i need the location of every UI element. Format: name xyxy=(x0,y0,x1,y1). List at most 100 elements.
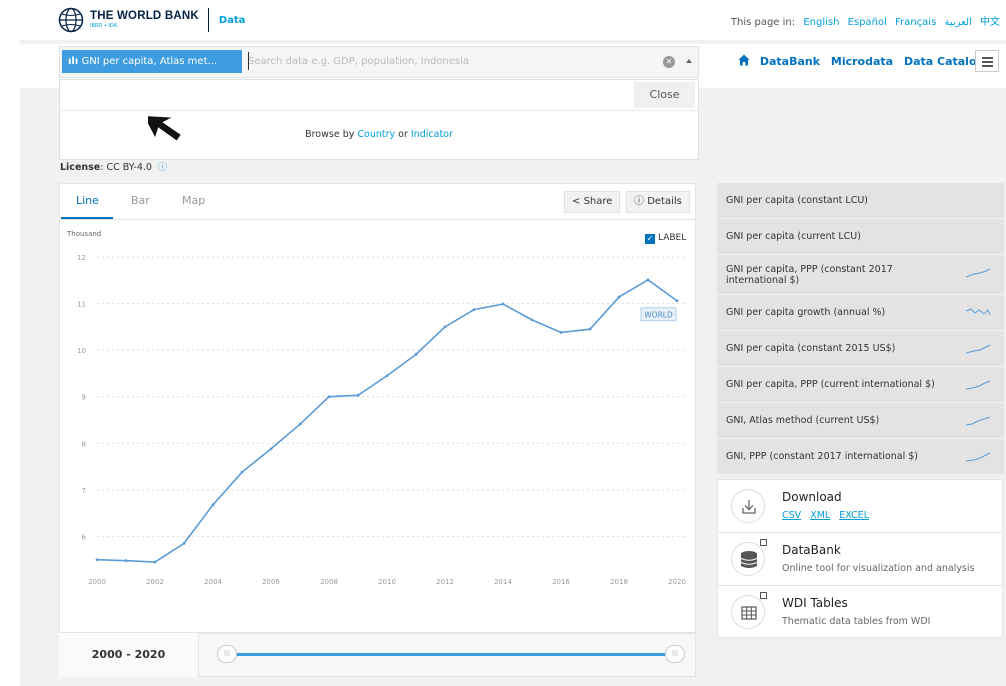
details-info-icon: ⓘ xyxy=(634,196,644,207)
data-point xyxy=(385,374,389,378)
share-button[interactable]: < Share xyxy=(564,191,621,213)
nav-data-catalog[interactable]: Data Catalog xyxy=(904,55,984,68)
data-point xyxy=(588,327,592,331)
share-icon: < xyxy=(572,196,581,207)
search-input[interactable] xyxy=(248,50,648,73)
download-csv-link[interactable]: CSV xyxy=(782,510,801,521)
indicator-label: GNI per capita (current LCU) xyxy=(726,231,861,242)
clear-search-icon[interactable]: ✕ xyxy=(663,56,675,68)
sparkline-icon xyxy=(966,416,991,426)
y-tick-label: 8 xyxy=(82,440,86,448)
lang-arabic[interactable]: العربية xyxy=(944,17,971,28)
resource-cards: Download CSV XML EXCEL DataBank Online t… xyxy=(717,479,1003,638)
tab-map[interactable]: Map xyxy=(182,194,205,207)
nav-databank[interactable]: DataBank xyxy=(760,55,820,68)
lang-espanol[interactable]: Español xyxy=(848,17,887,28)
collapse-caret-icon[interactable] xyxy=(686,59,692,63)
range-slider-track[interactable] xyxy=(225,653,675,656)
license-value: : CC BY-4.0 xyxy=(100,162,152,173)
sparkline-icon xyxy=(966,344,991,354)
sparkline-icon xyxy=(966,452,991,462)
indicator-item[interactable]: GNI per capita (current LCU) xyxy=(717,219,1004,255)
data-point xyxy=(443,325,447,329)
related-indicators: GNI per capita (constant LCU) GNI per cap… xyxy=(717,183,1004,475)
lang-chinese[interactable]: 中文 xyxy=(980,17,1000,28)
data-point xyxy=(182,542,186,545)
y-tick-label: 11 xyxy=(77,301,86,309)
download-excel-link[interactable]: EXCEL xyxy=(839,510,869,521)
range-end-handle[interactable]: ||| xyxy=(665,645,685,663)
indicator-item[interactable]: GNI per capita, PPP (current internation… xyxy=(717,367,1004,403)
data-point xyxy=(501,302,505,306)
data-point xyxy=(298,422,302,426)
range-start-handle[interactable]: ||| xyxy=(217,645,237,663)
x-tick-label: 2008 xyxy=(320,578,338,586)
home-icon[interactable] xyxy=(738,54,750,66)
mouse-pointer-icon xyxy=(148,113,184,144)
active-tab-indicator xyxy=(61,217,113,219)
data-point xyxy=(530,318,534,322)
y-tick-label: 6 xyxy=(82,533,87,541)
x-tick-label: 2020 xyxy=(668,578,686,586)
data-point xyxy=(327,395,331,399)
lang-francais[interactable]: Français xyxy=(895,17,936,28)
data-point xyxy=(617,295,621,299)
browse-country-link[interactable]: Country xyxy=(357,129,395,140)
line-chart: 6 7 8 9 10 11 12 2000 2002 2004 2006 2008 2010 2012 20… xyxy=(77,254,686,586)
data-point xyxy=(153,560,157,564)
indicator-label: GNI per capita, PPP (current internation… xyxy=(726,379,935,390)
range-label: 2000 - 2020 xyxy=(59,633,199,677)
share-label: Share xyxy=(583,196,613,207)
indicator-item[interactable]: GNI per capita (constant LCU) xyxy=(717,183,1004,219)
databank-card[interactable]: DataBank Online tool for visualization a… xyxy=(717,532,1003,585)
data-point xyxy=(472,308,476,312)
details-label: Details xyxy=(647,196,682,207)
database-icon xyxy=(731,542,765,576)
lang-prefix: This page in: xyxy=(730,17,796,28)
indicator-item[interactable]: GNI per capita growth (annual %) xyxy=(717,295,1004,331)
sparkline-icon xyxy=(966,268,991,278)
indicator-item[interactable]: GNI per capita (constant 2015 US$) xyxy=(717,331,1004,367)
wdi-tables-card[interactable]: WDI Tables Thematic data tables from WDI xyxy=(717,585,1003,638)
chip-label: GNI per capita, Atlas met... xyxy=(81,56,218,67)
tab-line[interactable]: Line xyxy=(76,194,99,207)
license-label: License xyxy=(60,162,101,173)
logo-name: THE WORLD BANK xyxy=(90,10,199,23)
chip-remove-icon[interactable]: ✕ xyxy=(228,50,237,73)
download-links: CSV XML EXCEL xyxy=(782,510,875,521)
browse-indicator-link[interactable]: Indicator xyxy=(411,129,453,140)
download-card: Download CSV XML EXCEL xyxy=(717,479,1003,532)
x-tick-label: 2018 xyxy=(610,578,628,586)
nav-microdata[interactable]: Microdata xyxy=(831,55,893,68)
info-icon[interactable]: ⓘ xyxy=(158,163,167,173)
logo-sub: IBRD • IDA xyxy=(90,22,118,29)
details-button[interactable]: ⓘ Details xyxy=(626,191,690,213)
y-tick-label: 9 xyxy=(82,394,86,402)
data-point xyxy=(559,331,563,334)
wdi-subtitle: Thematic data tables from WDI xyxy=(782,616,931,627)
data-point xyxy=(414,352,418,356)
lang-english[interactable]: English xyxy=(803,17,839,28)
x-tick-label: 2000 xyxy=(88,578,106,586)
download-title: Download xyxy=(782,490,842,504)
download-xml-link[interactable]: XML xyxy=(810,510,830,521)
world-bank-logo[interactable]: THE WORLD BANK IBRD • IDA Data xyxy=(58,7,245,33)
selected-indicator-chip[interactable]: ılı GNI per capita, Atlas met... xyxy=(62,50,242,73)
close-button[interactable]: Close xyxy=(634,82,695,108)
external-link-icon xyxy=(760,592,767,599)
indicator-item[interactable]: GNI, Atlas method (current US$) xyxy=(717,403,1004,439)
menu-hamburger-icon[interactable] xyxy=(975,50,999,72)
license: License: CC BY-4.0 ⓘ xyxy=(60,160,167,173)
indicator-label: GNI, PPP (constant 2017 international $) xyxy=(726,451,918,462)
x-tick-label: 2016 xyxy=(552,578,570,586)
indicator-item[interactable]: GNI per capita, PPP (constant 2017 inter… xyxy=(717,255,1004,295)
indicator-label: GNI, Atlas method (current US$) xyxy=(726,415,880,426)
logo-divider xyxy=(207,8,209,32)
section-data-link[interactable]: Data xyxy=(219,15,246,26)
y-axis-unit: Thousand xyxy=(67,230,102,238)
sparkline-icon xyxy=(966,308,991,316)
external-link-icon xyxy=(760,539,767,546)
indicator-item[interactable]: GNI, PPP (constant 2017 international $) xyxy=(717,439,1004,475)
x-tick-label: 2002 xyxy=(146,578,164,586)
tab-bar[interactable]: Bar xyxy=(131,194,150,207)
